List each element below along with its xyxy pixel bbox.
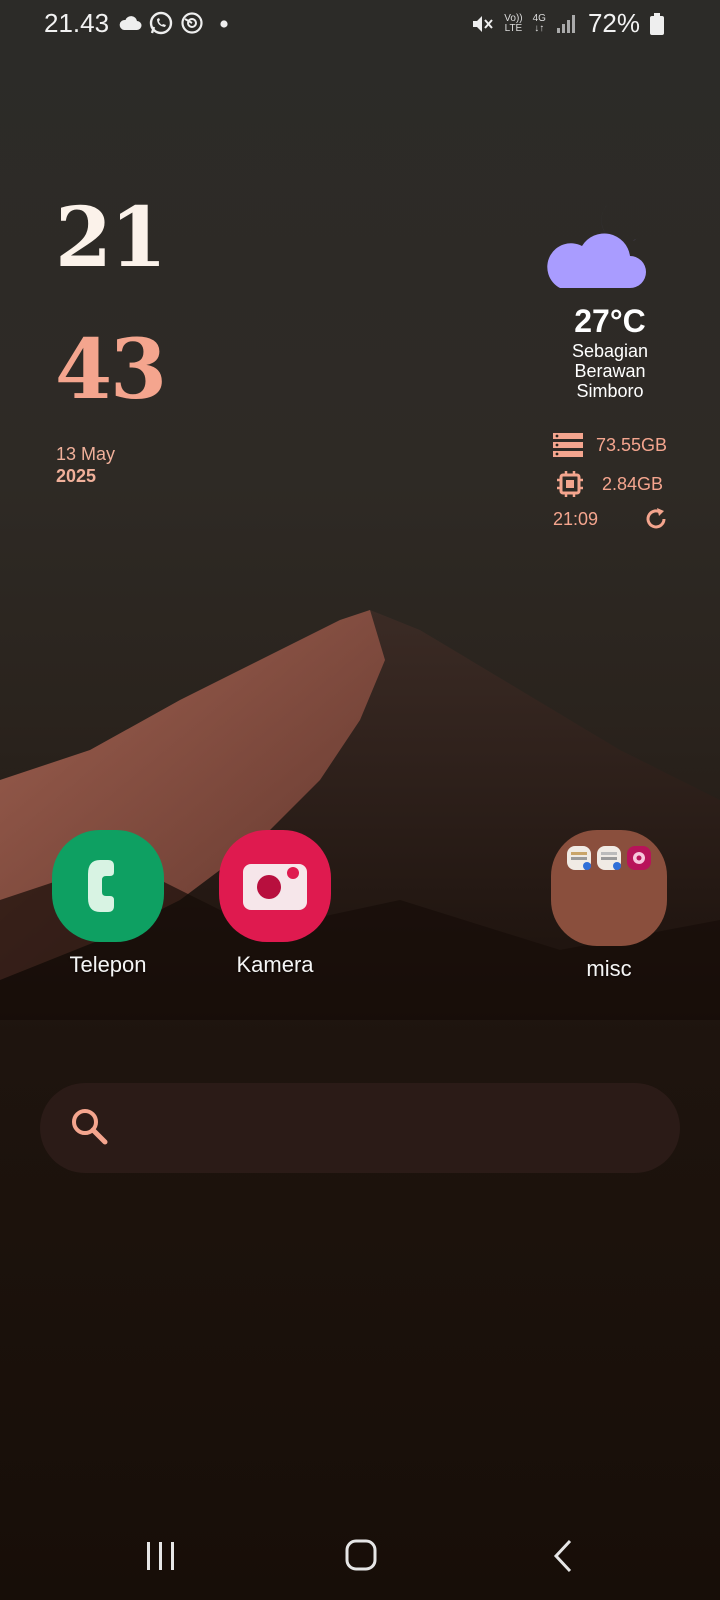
app-telepon[interactable]: Telepon xyxy=(48,830,168,978)
app-label-telepon: Telepon xyxy=(69,952,147,977)
sync-app-icon xyxy=(181,12,203,34)
storage-value: 73.55GB xyxy=(596,434,668,455)
last-update-time: 21:09 xyxy=(553,509,599,529)
folder-icon xyxy=(551,830,667,946)
clock-date[interactable]: 13 May 2025 xyxy=(56,443,115,487)
weather-temperature[interactable]: 27°C xyxy=(540,303,680,340)
mute-icon xyxy=(473,15,494,32)
last-update: 21:09 xyxy=(553,509,598,530)
folder-misc[interactable]: misc xyxy=(549,830,669,982)
storage-icon xyxy=(553,433,583,457)
signal-icon xyxy=(556,14,575,33)
status-right: Vo)) LTE 4G ↓↑ 72% xyxy=(470,8,664,39)
clock-minute[interactable]: 43 xyxy=(55,322,167,418)
phone-icon xyxy=(52,830,164,942)
navigation-bar xyxy=(0,1505,720,1600)
app-kamera[interactable]: Kamera xyxy=(215,830,335,978)
home-button[interactable] xyxy=(345,1539,377,1571)
search-icon xyxy=(72,1109,108,1145)
status-time: 21.43 xyxy=(44,8,110,38)
volte-indicator: Vo)) LTE xyxy=(504,12,523,34)
search-bar[interactable] xyxy=(40,1083,680,1173)
camera-icon xyxy=(219,830,331,942)
weather-condition-line2: Berawan xyxy=(574,361,646,381)
battery-percent: 72% xyxy=(587,8,640,38)
storage-stat[interactable]: 73.55GB xyxy=(552,432,667,458)
more-notifications-dot-icon xyxy=(220,20,228,28)
memory-stat[interactable]: 2.84GB xyxy=(556,470,663,498)
weather-location: Simboro xyxy=(576,381,644,401)
whatsapp-icon xyxy=(149,11,173,35)
weather-condition-line1: Sebagian xyxy=(571,341,649,361)
clock-hour[interactable]: 21 xyxy=(55,190,167,286)
back-button[interactable] xyxy=(552,1539,574,1573)
date-day-month: 13 May xyxy=(56,444,116,464)
cloud-icon xyxy=(119,16,142,30)
cpu-chip-icon xyxy=(557,471,583,497)
recent-apps-button[interactable] xyxy=(146,1540,176,1572)
status-bar: 21.43 Vo)) LTE 4G ↓↑ 72% xyxy=(0,0,720,48)
app-label-kamera: Kamera xyxy=(236,952,314,977)
memory-value: 2.84GB xyxy=(602,473,664,494)
data-type-indicator: 4G ↓↑ xyxy=(532,12,546,34)
battery-icon xyxy=(650,12,664,35)
date-year: 2025 xyxy=(56,466,97,486)
partly-cloudy-night-icon[interactable] xyxy=(542,200,652,296)
refresh-icon[interactable] xyxy=(644,507,668,531)
folder-label-misc: misc xyxy=(586,956,632,981)
notification-icons xyxy=(118,10,230,36)
weather-condition[interactable]: Sebagian Berawan Simboro xyxy=(520,341,700,401)
